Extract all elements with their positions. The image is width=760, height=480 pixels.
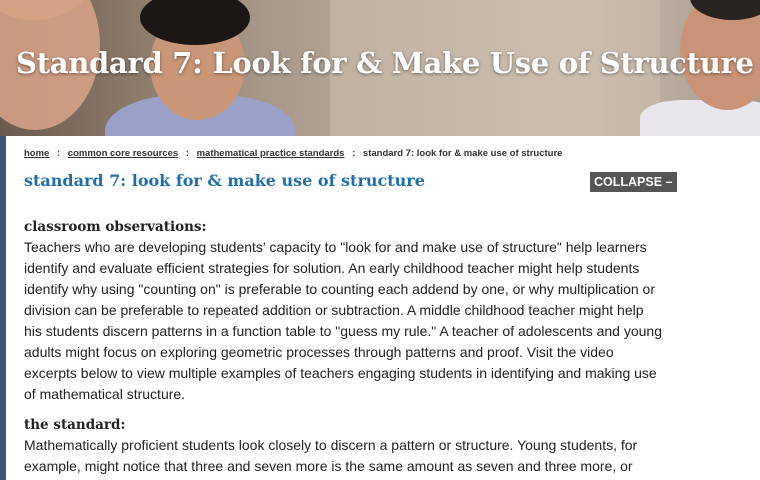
- left-accent-stripe: [0, 136, 6, 480]
- section-body: Teachers who are developing students’ ca…: [24, 239, 662, 402]
- breadcrumb-link-common-core-resources[interactable]: common core resources: [68, 148, 178, 159]
- section-title: classroom observations:: [24, 219, 207, 235]
- page-heading: standard 7: look for & make use of struc…: [24, 171, 425, 190]
- breadcrumb-current: standard 7: look for & make use of struc…: [362, 148, 563, 159]
- breadcrumb-link-mathematical-practice-standards[interactable]: mathematical practice standards: [197, 148, 345, 159]
- breadcrumb-separator: :: [56, 148, 61, 159]
- breadcrumb-separator: :: [352, 148, 356, 159]
- collapse-button[interactable]: COLLAPSE –: [590, 172, 677, 192]
- hero-title: Standard 7: Look for & Make Use of Struc…: [16, 46, 754, 80]
- section-title: the standard:: [24, 417, 126, 433]
- hero-banner: Standard 7: Look for & Make Use of Struc…: [0, 0, 760, 136]
- section-the-standard: the standard: Mathematically proficient …: [24, 417, 664, 477]
- breadcrumb-link-home[interactable]: home: [24, 148, 49, 159]
- section-body: Mathematically proficient students look …: [24, 437, 638, 474]
- breadcrumb-separator: :: [185, 148, 189, 159]
- section-classroom-observations: classroom observations: Teachers who are…: [24, 219, 664, 405]
- breadcrumb: home : common core resources : mathemati…: [24, 148, 562, 159]
